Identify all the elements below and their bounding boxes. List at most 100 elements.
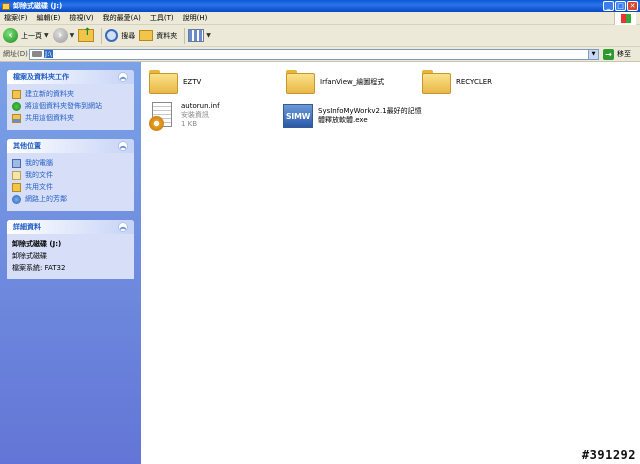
up-folder-icon: [78, 27, 95, 42]
address-label: 網址(D): [3, 50, 28, 58]
search-icon: [105, 29, 119, 42]
menu-view[interactable]: 檢視(V): [69, 13, 93, 23]
menu-bar: 檔案(F) 編輯(E) 檢視(V) 我的最愛(A) 工具(T) 說明(H): [0, 12, 640, 25]
title-bar[interactable]: 卸除式磁碟 (J:) _ □ ✕: [0, 0, 640, 12]
file-name: EZTV: [183, 78, 202, 86]
window-controls: _ □ ✕: [603, 1, 638, 11]
panel-header[interactable]: 檔案及資料夾工作 ︽: [7, 70, 134, 84]
file-item-sysinfo[interactable]: SIMW SysInfoMyWorkv2.1最好的記憶 體釋放軟體.exe: [283, 104, 422, 128]
file-item-eztv[interactable]: EZTV: [149, 70, 202, 94]
menu-file[interactable]: 檔案(F): [4, 13, 28, 23]
file-name-line2: 體釋放軟體.exe: [318, 116, 368, 124]
task-share-folder[interactable]: 共用這個資料夾: [12, 112, 129, 124]
application-icon: SIMW: [283, 104, 313, 128]
folders-label: 資料夾: [156, 31, 178, 40]
task-pane: 檔案及資料夾工作 ︽ 建立新的資料夾 將這個資料夾發佈到網站 共用這個資料夾 其…: [0, 62, 141, 464]
folders-icon: [139, 30, 154, 41]
file-list[interactable]: EZTV IrfanView_繪圖程式 RECYCLER autorun.inf…: [141, 62, 640, 464]
minimize-button[interactable]: _: [603, 1, 614, 11]
file-item-recycler[interactable]: RECYCLER: [422, 70, 493, 94]
file-name: autorun.inf: [181, 102, 220, 110]
go-button[interactable]: → 移至: [603, 48, 631, 60]
up-button[interactable]: [78, 27, 95, 45]
maximize-button[interactable]: □: [615, 1, 626, 11]
menu-favorites[interactable]: 我的最愛(A): [103, 13, 141, 23]
back-button[interactable]: ‹ 上一頁 ▼: [3, 27, 49, 45]
place-label: 我的文件: [25, 171, 53, 179]
task-publish-web[interactable]: 將這個資料夾發佈到網站: [12, 100, 129, 112]
folders-button[interactable]: 資料夾: [139, 27, 177, 45]
place-network[interactable]: 網路上的芳鄰: [12, 193, 129, 205]
toolbar: ‹ 上一頁 ▼ › ▼ 搜尋 資料夾 ▼: [0, 25, 640, 47]
address-bar: 網址(D) J:\ ▼ → 移至: [0, 47, 640, 62]
panel-title: 其他位置: [13, 142, 41, 150]
toolbar-divider: [101, 27, 103, 44]
documents-icon: [12, 170, 21, 180]
place-label: 網路上的芳鄰: [25, 195, 67, 203]
chevron-down-icon[interactable]: ▼: [44, 32, 49, 39]
search-button[interactable]: 搜尋: [105, 27, 135, 45]
file-name: IrfanView_繪圖程式: [320, 78, 385, 86]
folder-icon: [149, 70, 178, 94]
file-type: 安裝資訊: [181, 111, 209, 119]
task-label: 將這個資料夾發佈到網站: [25, 102, 102, 110]
forward-button[interactable]: › ▼: [52, 27, 75, 45]
shared-folder-icon: [12, 113, 21, 123]
windows-logo-icon: [614, 12, 636, 25]
address-value: J:\: [44, 50, 53, 58]
task-new-folder[interactable]: 建立新的資料夾: [12, 88, 129, 100]
panel-header[interactable]: 其他位置 ︽: [7, 139, 134, 153]
views-icon: [188, 29, 205, 42]
file-name-line1: SysInfoMyWorkv2.1最好的記憶: [318, 107, 422, 115]
go-arrow-icon: →: [603, 48, 614, 60]
folder-icon: [286, 70, 315, 94]
address-dropdown-button[interactable]: ▼: [588, 49, 598, 59]
collapse-icon[interactable]: ︽: [118, 72, 128, 82]
task-label: 共用這個資料夾: [25, 114, 74, 122]
globe-icon: [12, 101, 21, 111]
place-shared-documents[interactable]: 共用文件: [12, 181, 129, 193]
file-item-irfanview[interactable]: IrfanView_繪圖程式: [286, 70, 385, 94]
place-label: 我的電腦: [25, 159, 53, 167]
detail-name: 卸除式磁碟 (J:): [12, 240, 62, 248]
go-label: 移至: [617, 50, 631, 58]
new-folder-icon: [12, 89, 21, 99]
panel-header[interactable]: 詳細資料 ︽: [7, 220, 134, 234]
computer-icon: [12, 158, 21, 168]
other-places-panel: 其他位置 ︽ 我的電腦 我的文件 共用文件 網路上的芳鄰: [7, 139, 134, 211]
file-name: RECYCLER: [456, 78, 493, 86]
collapse-icon[interactable]: ︽: [118, 222, 128, 232]
place-label: 共用文件: [25, 183, 53, 191]
detail-filesystem: 檔案系統: FAT32: [12, 264, 66, 272]
shared-folder-icon: [12, 182, 21, 192]
search-label: 搜尋: [121, 31, 136, 40]
file-size: 1 KB: [181, 120, 198, 128]
place-my-documents[interactable]: 我的文件: [12, 169, 129, 181]
menu-help[interactable]: 說明(H): [183, 13, 208, 23]
folder-icon: [422, 70, 451, 94]
back-label: 上一頁: [21, 31, 42, 40]
address-input[interactable]: J:\ ▼: [29, 48, 599, 60]
views-button[interactable]: ▼: [188, 27, 211, 45]
panel-title: 檔案及資料夾工作: [13, 73, 69, 81]
task-label: 建立新的資料夾: [25, 90, 74, 98]
file-item-autorun[interactable]: autorun.inf 安裝資訊 1 KB: [149, 102, 220, 132]
menu-edit[interactable]: 編輯(E): [37, 13, 61, 23]
collapse-icon[interactable]: ︽: [118, 141, 128, 151]
network-icon: [12, 194, 21, 204]
drive-icon: [2, 2, 10, 10]
details-panel: 詳細資料 ︽ 卸除式磁碟 (J:) 卸除式磁碟 檔案系統: FAT32: [7, 220, 134, 279]
close-button[interactable]: ✕: [627, 1, 638, 11]
chevron-down-icon[interactable]: ▼: [206, 32, 211, 39]
detail-type: 卸除式磁碟: [12, 252, 47, 260]
drive-icon: [32, 51, 42, 57]
chevron-down-icon[interactable]: ▼: [70, 32, 75, 39]
window-title: 卸除式磁碟 (J:): [13, 2, 63, 10]
back-arrow-icon: ‹: [3, 28, 18, 43]
setup-info-icon: [149, 102, 176, 132]
place-my-computer[interactable]: 我的電腦: [12, 157, 129, 169]
toolbar-divider: [184, 27, 186, 44]
menu-tools[interactable]: 工具(T): [150, 13, 174, 23]
watermark-text: #391292: [581, 448, 636, 462]
file-tasks-panel: 檔案及資料夾工作 ︽ 建立新的資料夾 將這個資料夾發佈到網站 共用這個資料夾: [7, 70, 134, 130]
